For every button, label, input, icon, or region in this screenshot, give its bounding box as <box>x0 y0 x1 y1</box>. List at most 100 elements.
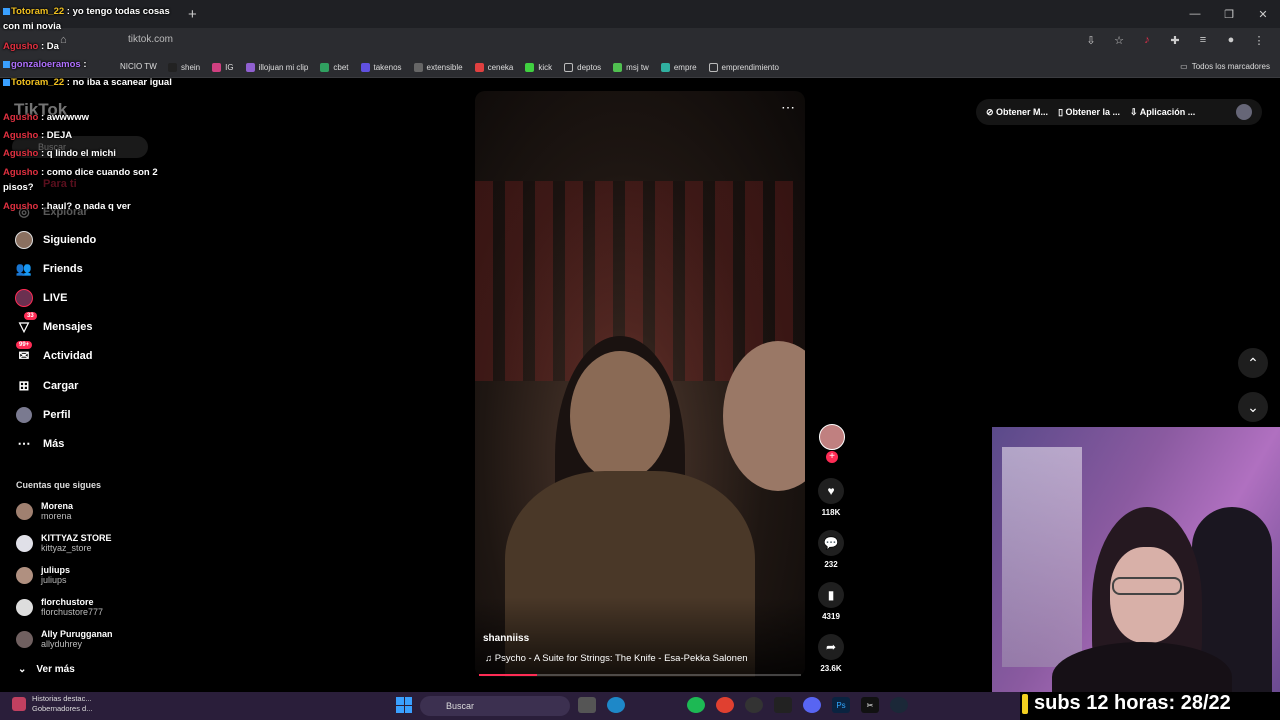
following-avatar-icon <box>14 230 34 250</box>
get-coins-button[interactable]: ⊘ Obtener M... <box>986 107 1048 118</box>
chat-message: Agusho : DEJA <box>3 128 185 143</box>
new-tab-button[interactable]: + <box>188 6 197 23</box>
save-button[interactable]: ▮ 4319 <box>816 582 846 621</box>
following-account[interactable]: florchustore florchustore777 <box>16 597 103 617</box>
like-count: 118K <box>821 508 841 517</box>
follow-plus-icon[interactable]: + <box>826 451 838 463</box>
all-bookmarks-label: Todos los marcadores <box>1191 62 1270 71</box>
chat-text: : DEJA <box>41 130 73 141</box>
tiktok-extension-icon[interactable]: ♪ <box>1140 33 1154 47</box>
obs-icon[interactable] <box>745 697 763 713</box>
like-button[interactable]: ♥ 118K <box>816 478 846 517</box>
nav-label: Cargar <box>43 380 79 392</box>
bookmark[interactable]: emprendimiento <box>708 62 779 72</box>
minimize-icon[interactable]: — <box>1178 0 1212 28</box>
bookmark[interactable]: deptos <box>564 62 601 72</box>
see-more-button[interactable]: ⌄ Ver más <box>18 664 75 675</box>
bookmark[interactable]: takenos <box>360 62 402 72</box>
bookmark[interactable]: ceneka <box>474 62 513 72</box>
bookmark-icon: ▮ <box>818 582 844 608</box>
friends-icon: 👥 <box>15 261 33 276</box>
steam-icon[interactable] <box>890 697 908 713</box>
puzzle-icon[interactable]: ✚ <box>1168 33 1182 47</box>
nav-label: Siguiendo <box>43 234 97 246</box>
nav-actividad[interactable]: ✉ 99+ Actividad <box>14 341 93 366</box>
following-account[interactable]: Morena morena <box>16 501 73 521</box>
edge-icon[interactable] <box>607 697 625 713</box>
profile-icon[interactable]: ● <box>1224 33 1238 47</box>
chat-user: Totoram_22 <box>11 77 65 88</box>
desktop-app-button[interactable]: ⇩ Aplicación ... <box>1130 107 1195 118</box>
live-icon <box>14 288 34 308</box>
bookmark[interactable]: IG <box>212 62 234 72</box>
discord-icon[interactable] <box>803 697 821 713</box>
bookmark-label: takenos <box>373 62 402 72</box>
bookmark[interactable]: empre <box>660 62 697 72</box>
previous-video-button[interactable]: ⌃ <box>1238 348 1268 378</box>
bookmark-label: empre <box>673 62 697 72</box>
nav-perfil[interactable]: Perfil <box>14 405 71 425</box>
spotify-icon[interactable] <box>687 697 705 713</box>
nav-label: LIVE <box>43 292 68 304</box>
nav-mas[interactable]: ⋯ Más <box>14 434 65 454</box>
video-author[interactable]: shanniiss <box>483 633 529 644</box>
chrome-icon[interactable] <box>716 697 734 713</box>
chat-user: Totoram_22 <box>11 6 65 17</box>
bookmark[interactable]: kick <box>525 62 552 72</box>
windows-start-icon[interactable] <box>396 697 412 713</box>
chat-message: Agusho : como dice cuando son 2 pisos? <box>3 165 185 195</box>
capcut-icon[interactable] <box>774 697 792 713</box>
account-name: florchustore <box>41 597 94 607</box>
star-icon[interactable]: ☆ <box>1112 33 1126 47</box>
candle-icon <box>1022 693 1028 714</box>
nav-friends[interactable]: 👥 Friends <box>14 259 83 279</box>
capcut-editor-icon[interactable]: ✂ <box>861 697 879 713</box>
nav-live[interactable]: LIVE <box>14 288 67 308</box>
share-count: 23.6K <box>820 664 842 673</box>
next-video-button[interactable]: ⌄ <box>1238 392 1268 422</box>
video-progress-fill <box>479 674 537 676</box>
bookmark[interactable]: msj tw <box>613 62 649 72</box>
taskbar-search[interactable]: Buscar <box>420 696 570 716</box>
following-account[interactable]: Ally Purugganan allyduhrey <box>16 629 113 649</box>
file-explorer-icon[interactable] <box>578 697 596 713</box>
bookmark[interactable]: cbet <box>320 62 349 72</box>
account-handle: juliups <box>41 575 67 585</box>
user-avatar[interactable] <box>1236 104 1252 120</box>
news-widget[interactable]: Historias destac... Gobernadores d... <box>12 694 92 714</box>
menu-icon[interactable]: ⋮ <box>1252 33 1266 47</box>
nav-siguiendo[interactable]: Siguiendo <box>14 230 96 250</box>
playlist-icon[interactable]: ≡ <box>1196 33 1210 47</box>
restore-icon[interactable]: ❐ <box>1212 0 1246 28</box>
get-coins-label: Obtener M... <box>996 106 1049 117</box>
video-player[interactable]: ⋯ shanniiss ♫ Psycho - A Suite for Strin… <box>475 91 805 677</box>
video-music[interactable]: ♫ Psycho - A Suite for Strings: The Knif… <box>485 653 748 664</box>
bookmark[interactable]: illojuan mi clip <box>245 62 308 72</box>
nav-mensajes[interactable]: ▽ 33 Mensajes <box>14 312 93 337</box>
all-bookmarks[interactable]: ▭ Todos los marcadores <box>1180 62 1270 71</box>
photoshop-icon[interactable]: Ps <box>832 697 850 713</box>
following-account[interactable]: KITTYAZ STORE kittyaz_store <box>16 533 112 553</box>
install-icon[interactable]: ⇩ <box>1084 33 1098 47</box>
creator-avatar[interactable] <box>819 424 845 450</box>
following-account[interactable]: juliups juliups <box>16 565 70 585</box>
bookmark-label: msj tw <box>626 62 649 72</box>
chat-user: Agusho <box>3 41 39 52</box>
nav-label: Mensajes <box>43 321 93 333</box>
heart-icon: ♥ <box>818 478 844 504</box>
nav-cargar[interactable]: ⊞ Cargar <box>14 376 79 396</box>
comment-button[interactable]: 💬 232 <box>816 530 846 569</box>
desktop-app-label: Aplicación ... <box>1139 106 1196 117</box>
chat-text: : haul? o nada q ver <box>41 201 131 212</box>
nav-label: Actividad <box>43 350 93 362</box>
get-app-button[interactable]: ▯ Obtener la ... <box>1058 107 1120 118</box>
bookmark[interactable]: extensible <box>413 62 463 72</box>
chat-message: Agusho : q lindo el michi <box>3 146 185 161</box>
account-handle: kittyaz_store <box>41 543 92 553</box>
close-icon[interactable]: ✕ <box>1246 0 1280 28</box>
video-progress-bar[interactable] <box>479 674 801 676</box>
more-options-icon[interactable]: ⋯ <box>781 99 795 116</box>
avatar <box>16 566 33 584</box>
share-button[interactable]: ➦ 23.6K <box>816 634 846 673</box>
chat-text: : q lindo el michi <box>41 148 116 159</box>
